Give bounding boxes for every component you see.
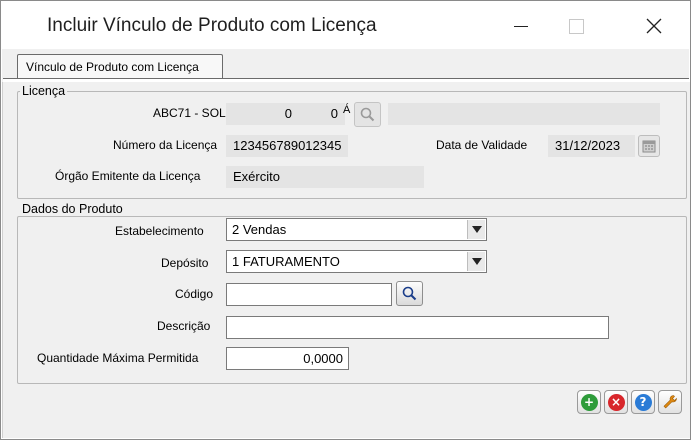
codigo-input[interactable] [226, 283, 392, 306]
dialog-body: Vínculo de Produto com Licença Licença A… [2, 49, 690, 438]
confirm-add-icon: + [580, 393, 598, 411]
licenca-description-field [388, 103, 660, 125]
tab-panel: Licença ABC71 - SOL 0 0 Á Número da Lice… [2, 82, 690, 438]
search-icon [360, 107, 375, 122]
codigo-label: Código [175, 287, 214, 301]
maximize-icon [568, 18, 584, 34]
chevron-down-icon[interactable] [467, 220, 485, 239]
close-button[interactable] [631, 9, 677, 43]
help-icon: ? [634, 393, 652, 411]
quantidade-input[interactable]: 0,0000 [226, 347, 349, 370]
cancel-icon: × [607, 393, 625, 411]
help-button[interactable]: ? [631, 390, 655, 414]
licenca-search-button [354, 102, 381, 127]
minimize-button[interactable] [498, 9, 544, 43]
numero-licenca-field: 123456789012345 [226, 135, 348, 157]
close-icon [646, 18, 662, 34]
tab-label: Vínculo de Produto com Licença [26, 60, 199, 74]
deposito-select[interactable]: 1 FATURAMENTO [226, 250, 487, 273]
title-bar: Incluir Vínculo de Produto com Licença [1, 1, 690, 49]
orgao-emitente-field: Exército [226, 166, 424, 188]
estabelecimento-select[interactable]: 2 Vendas [226, 218, 487, 241]
window-title: Incluir Vínculo de Produto com Licença [47, 15, 377, 36]
calendar-icon [642, 140, 656, 153]
numero-licenca-label: Número da Licença [113, 138, 218, 152]
licenca-code-label: ABC71 - SOL [153, 106, 226, 120]
tools-button[interactable] [658, 390, 682, 414]
confirm-button[interactable]: + [577, 390, 601, 414]
estabelecimento-value: 2 Vendas [232, 222, 287, 237]
minimize-icon [514, 25, 528, 27]
deposito-value: 1 FATURAMENTO [232, 254, 340, 269]
data-validade-field: 31/12/2023 [548, 135, 635, 157]
estabelecimento-label: Estabelecimento [115, 224, 204, 238]
cancel-button[interactable]: × [604, 390, 628, 414]
tab-vinculo[interactable]: Vínculo de Produto com Licença [17, 54, 223, 79]
codigo-search-button[interactable] [396, 281, 423, 306]
data-validade-label: Data de Validade [436, 138, 528, 152]
licenca-overlap-label: Á [343, 104, 351, 116]
chevron-down-icon[interactable] [467, 252, 485, 271]
calendar-button [638, 135, 660, 157]
maximize-button [553, 9, 599, 43]
licenca-legend: Licença [20, 84, 68, 98]
wrench-icon [663, 395, 677, 409]
licenca-field-b: 0 [299, 103, 345, 125]
deposito-label: Depósito [161, 256, 209, 270]
orgao-emitente-label: Órgão Emitente da Licença [55, 169, 201, 183]
dialog-window: Incluir Vínculo de Produto com Licença V… [0, 0, 691, 440]
descricao-label: Descrição [157, 319, 211, 333]
licenca-field-a: 0 [226, 103, 299, 125]
produto-legend: Dados do Produto [20, 202, 125, 216]
descricao-input[interactable] [226, 316, 609, 339]
search-icon [402, 286, 417, 301]
quantidade-label: Quantidade Máxima Permitida [37, 351, 199, 365]
